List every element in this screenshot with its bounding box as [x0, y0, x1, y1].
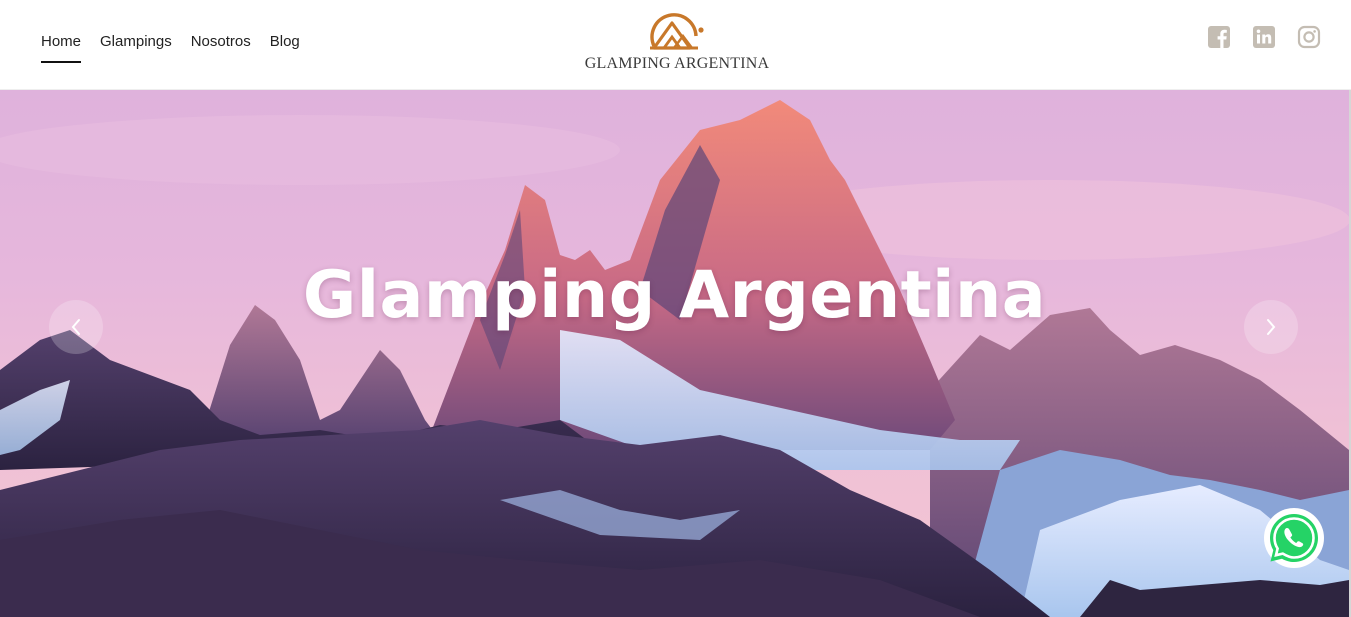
nav-item-nosotros[interactable]: Nosotros [191, 33, 251, 51]
instagram-icon[interactable] [1297, 25, 1321, 49]
chevron-right-icon [1267, 319, 1276, 335]
hero-title: Glamping Argentina [302, 258, 1047, 333]
facebook-icon[interactable] [1207, 25, 1231, 49]
site-header: Home Glampings Nosotros Blog GLAMPING AR… [0, 0, 1351, 90]
slider-prev-button[interactable] [49, 300, 103, 354]
whatsapp-icon [1264, 508, 1324, 568]
social-links [1207, 25, 1321, 49]
site-logo[interactable]: GLAMPING ARGENTINA [577, 6, 777, 76]
logo-text: GLAMPING ARGENTINA [584, 55, 770, 72]
mountain-tent-icon [650, 13, 704, 50]
chevron-left-icon [71, 319, 80, 335]
slider-next-button[interactable] [1244, 300, 1298, 354]
mountain-landscape-image [0, 100, 1349, 617]
nav-item-blog[interactable]: Blog [270, 33, 300, 51]
whatsapp-button[interactable] [1262, 506, 1326, 570]
nav-item-glampings[interactable]: Glampings [100, 33, 172, 51]
main-nav: Home Glampings Nosotros Blog [41, 33, 300, 63]
nav-item-home[interactable]: Home [41, 33, 82, 63]
linkedin-icon[interactable] [1252, 25, 1276, 49]
hero-slider: Glamping Argentina [0, 90, 1349, 617]
